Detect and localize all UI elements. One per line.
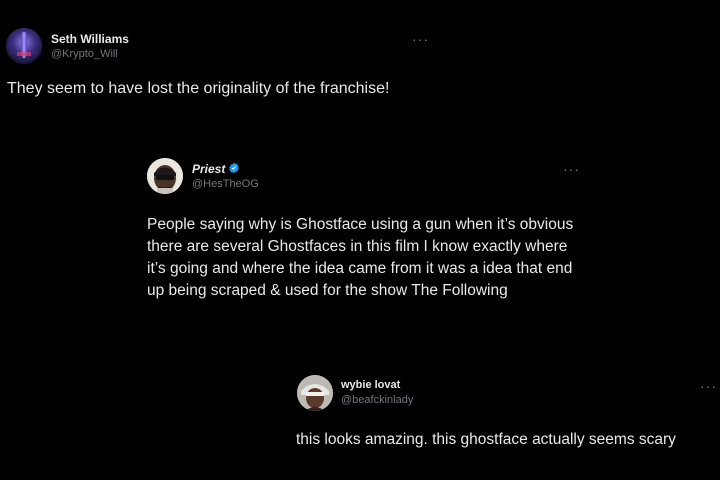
more-options-icon[interactable]: ··· (700, 379, 717, 393)
tweet-card[interactable]: Seth Williams @Krypto_Will ··· They seem… (0, 20, 440, 110)
tweet-card[interactable]: Priest @HesTheOG ··· People saying why i… (140, 150, 580, 330)
tweet-text: this looks amazing. this ghostface actua… (296, 431, 676, 448)
author-handle[interactable]: @HesTheOG (192, 178, 259, 190)
verified-badge-icon (229, 162, 239, 174)
more-options-icon[interactable]: ··· (412, 32, 429, 46)
avatar-image (297, 375, 333, 411)
screenshot-canvas: Seth Williams @Krypto_Will ··· They seem… (0, 0, 720, 480)
avatar[interactable] (147, 158, 183, 194)
more-options-icon[interactable]: ··· (563, 162, 580, 176)
author-name[interactable]: wybie lovat (341, 379, 400, 391)
author-handle[interactable]: @Krypto_Will (51, 48, 118, 60)
author-name[interactable]: Seth Williams (51, 32, 129, 46)
author-name[interactable]: Priest (192, 162, 225, 176)
tweet-card[interactable]: wybie lovat @beafckinlady ··· this looks… (290, 365, 720, 480)
avatar[interactable] (6, 28, 42, 64)
avatar-image (6, 28, 42, 64)
avatar[interactable] (297, 375, 333, 411)
author-handle[interactable]: @beafckinlady (341, 394, 413, 406)
tweet-text: People saying why is Ghostface using a g… (147, 216, 574, 299)
tweet-text: They seem to have lost the originality o… (7, 80, 390, 97)
avatar-image (147, 158, 183, 194)
